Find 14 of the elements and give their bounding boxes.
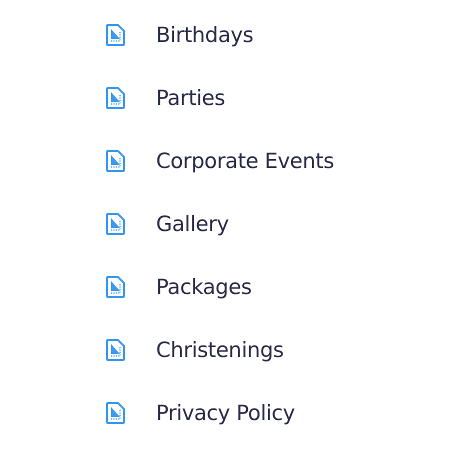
document-icon xyxy=(106,150,125,172)
document-icon xyxy=(106,402,125,424)
page-link[interactable]: Gallery xyxy=(156,212,229,236)
document-icon xyxy=(106,276,125,298)
document-icon xyxy=(106,86,125,108)
document-icon xyxy=(106,24,125,46)
page-link[interactable]: Birthdays xyxy=(156,22,254,46)
page-link[interactable]: Packages xyxy=(156,274,252,298)
document-icon xyxy=(106,338,125,360)
page-link[interactable]: Christenings xyxy=(156,338,284,362)
page-link[interactable]: Privacy Policy xyxy=(156,400,295,424)
document-icon xyxy=(106,212,125,234)
page-link[interactable]: Parties xyxy=(156,86,226,110)
page-link[interactable]: Corporate Events xyxy=(156,148,334,172)
